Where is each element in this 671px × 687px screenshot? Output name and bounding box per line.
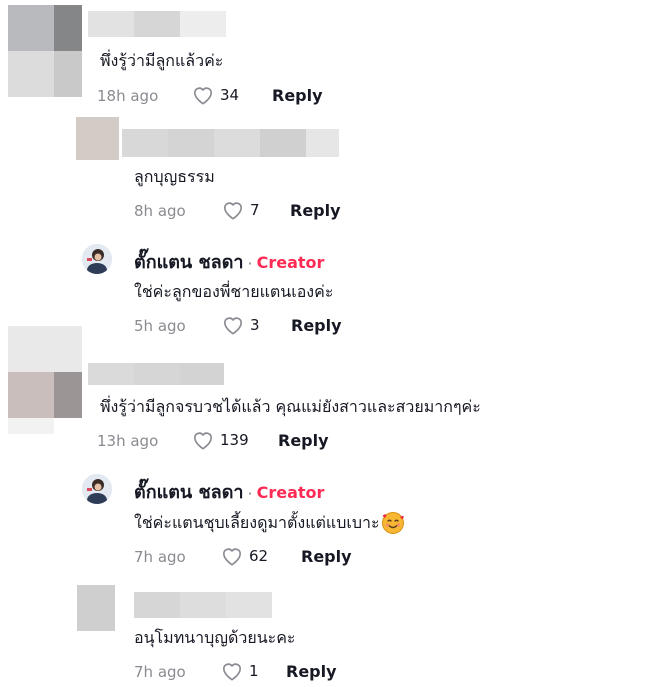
- comment-time: 18h ago: [97, 87, 159, 105]
- reply-button[interactable]: Reply: [290, 201, 341, 221]
- comment-time: 7h ago: [134, 663, 186, 681]
- username-blurred[interactable]: [88, 11, 226, 37]
- reply-button[interactable]: Reply: [291, 316, 342, 336]
- like-button[interactable]: 139: [192, 430, 249, 450]
- heart-outline-icon[interactable]: [221, 546, 243, 566]
- like-count: 34: [220, 86, 240, 104]
- reply-button[interactable]: Reply: [286, 662, 337, 682]
- comment-text: อนุโมทนาบุญด้วยนะคะ: [134, 628, 296, 647]
- like-button[interactable]: 34: [192, 85, 239, 105]
- comment-text: พึ่งรู้ว่ามีลูกแล้วค่ะ: [100, 51, 224, 70]
- comment-time: 13h ago: [97, 432, 159, 450]
- username-blurred[interactable]: [122, 129, 339, 157]
- reply-button[interactable]: Reply: [278, 431, 329, 451]
- like-count: 3: [250, 316, 260, 334]
- creator-header: ตั๊กแตน ชลดา · Creator: [134, 481, 324, 505]
- creator-badge: Creator: [256, 253, 325, 272]
- reply-button[interactable]: Reply: [301, 547, 352, 567]
- heart-outline-icon[interactable]: [221, 661, 243, 681]
- comment-text: ใช่ค่ะลูกของพี่ชายแตนเองค่ะ: [134, 282, 334, 301]
- reply-button[interactable]: Reply: [272, 86, 323, 106]
- comment-text: ลูกบุญธรรม: [134, 167, 215, 186]
- creator-avatar-image: [82, 244, 112, 274]
- like-count: 1: [249, 662, 259, 680]
- like-button[interactable]: 7: [222, 200, 260, 220]
- creator-avatar[interactable]: [82, 474, 112, 504]
- username-blurred[interactable]: [134, 592, 272, 618]
- like-count: 139: [220, 431, 249, 449]
- heart-outline-icon[interactable]: [222, 315, 244, 335]
- like-button[interactable]: 3: [222, 315, 260, 335]
- like-count: 7: [250, 201, 260, 219]
- creator-name[interactable]: ตั๊กแตน ชลดา: [134, 251, 244, 275]
- comment-text: พึ่งรู้ว่ามีลูกจรบวชได้แล้ว คุณแม่ยังสาว…: [100, 397, 481, 416]
- heart-outline-icon[interactable]: [222, 200, 244, 220]
- comment-text-row: ใช่ค่ะแตนชุบเลี้ยงดูมาตั้งแต่แบเบาะ: [134, 511, 405, 535]
- creator-avatar[interactable]: [82, 244, 112, 274]
- avatar-blurred[interactable]: [8, 5, 82, 97]
- smiling-face-with-hearts-icon: [381, 512, 404, 534]
- comment-text: ใช่ค่ะแตนชุบเลี้ยงดูมาตั้งแต่แบเบาะ: [134, 513, 380, 532]
- like-button[interactable]: 1: [221, 661, 259, 681]
- heart-outline-icon[interactable]: [192, 85, 214, 105]
- like-button[interactable]: 62: [221, 546, 268, 566]
- creator-name[interactable]: ตั๊กแตน ชลดา: [134, 481, 244, 505]
- avatar-blurred[interactable]: [76, 117, 119, 160]
- comment-time: 5h ago: [134, 317, 186, 335]
- creator-badge: Creator: [256, 483, 325, 502]
- username-blurred[interactable]: [88, 363, 224, 385]
- avatar-blurred[interactable]: [8, 326, 82, 434]
- separator-dot: ·: [247, 253, 253, 273]
- comment-time: 7h ago: [134, 548, 186, 566]
- separator-dot: ·: [247, 483, 253, 503]
- like-count: 62: [249, 547, 269, 565]
- creator-header: ตั๊กแตน ชลดา · Creator: [134, 251, 324, 275]
- creator-avatar-image: [82, 474, 112, 504]
- comment-time: 8h ago: [134, 202, 186, 220]
- heart-outline-icon[interactable]: [192, 430, 214, 450]
- avatar-blurred[interactable]: [77, 585, 115, 631]
